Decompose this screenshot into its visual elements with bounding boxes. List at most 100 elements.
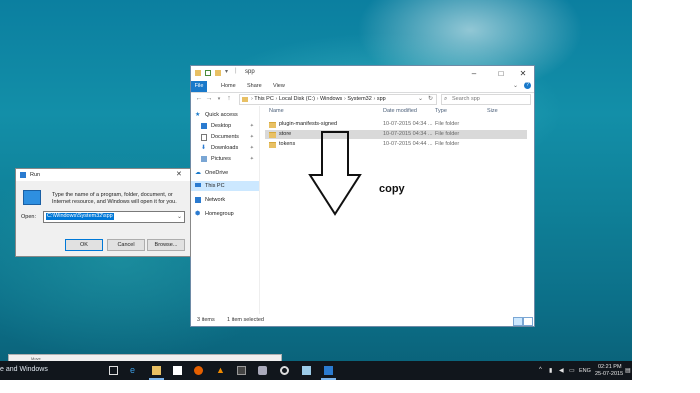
tab-share[interactable]: Share	[243, 81, 266, 92]
chevron-up-icon[interactable]: ^	[539, 367, 542, 373]
close-icon[interactable]: ✕	[176, 169, 182, 181]
star-icon: ★	[195, 112, 201, 118]
qat-dropdown-icon[interactable]: ▾	[225, 68, 228, 75]
network-tray-icon[interactable]: ▮	[549, 367, 552, 374]
app-icon[interactable]	[258, 366, 267, 375]
recent-locations-icon[interactable]: ▾	[215, 94, 223, 104]
tab-file[interactable]: File	[191, 81, 207, 92]
status-selection: 1 item selected	[227, 317, 264, 323]
folder-icon	[242, 97, 248, 102]
properties-icon[interactable]	[205, 70, 211, 76]
ok-button[interactable]: OK	[65, 239, 103, 251]
documents-icon	[201, 134, 207, 141]
large-icons-view-icon[interactable]	[523, 317, 533, 326]
run-title-bar[interactable]: Run ✕	[16, 169, 190, 181]
explorer-title-bar[interactable]: ▾ | spp – □ ✕	[191, 66, 534, 81]
status-item-count: 3 items	[197, 317, 215, 323]
sidebar-item-quick-access[interactable]: ★ Quick access	[191, 110, 259, 120]
notifications-icon[interactable]: ▤	[625, 367, 631, 374]
browse-button[interactable]: Browse...	[147, 239, 185, 251]
pin-icon: ✦	[249, 123, 254, 129]
firefox-icon[interactable]	[194, 366, 203, 375]
breadcrumb-system32[interactable]: System32	[347, 96, 371, 102]
help-icon[interactable]: ?	[524, 82, 531, 89]
up-icon[interactable]: ↑	[225, 94, 233, 104]
open-label: Open:	[21, 214, 36, 220]
column-header-size[interactable]: Size	[487, 108, 498, 114]
address-bar[interactable]: › This PC › Local Disk (C:) › Windows › …	[239, 94, 437, 105]
new-folder-icon[interactable]	[215, 70, 221, 76]
pictures-icon	[201, 156, 207, 162]
status-bar: 3 items 1 item selected	[191, 315, 534, 326]
volume-icon[interactable]: ◀	[559, 367, 564, 374]
breadcrumb-local-disk[interactable]: Local Disk (C:)	[279, 96, 315, 102]
title-divider: |	[235, 68, 237, 74]
search-box[interactable]: ⌕ Search spp	[441, 94, 531, 105]
tab-view[interactable]: View	[269, 81, 289, 92]
tab-home[interactable]: Home	[217, 81, 240, 92]
pin-icon: ✦	[249, 134, 254, 140]
minimize-button[interactable]: –	[464, 68, 484, 79]
app-icon[interactable]	[237, 366, 246, 375]
sidebar-item-this-pc[interactable]: This PC	[191, 181, 259, 191]
run-dialog[interactable]: Run ✕ Type the name of a program, folder…	[15, 168, 191, 257]
cancel-button[interactable]: Cancel	[107, 239, 145, 251]
address-row: ← → ▾ ↑ › This PC › Local Disk (C:) › Wi…	[191, 93, 534, 105]
navigation-pane: ★ Quick access Desktop ✦ Documents ✦ ⬇ D…	[191, 106, 260, 314]
open-input[interactable]: C:\Windows\System32\spp ⌄	[43, 211, 185, 223]
run-taskbar-icon[interactable]	[321, 366, 336, 380]
folder-icon	[195, 70, 201, 76]
chevron-down-icon[interactable]: ⌄	[177, 213, 182, 220]
run-title: Run	[30, 172, 41, 178]
sidebar-item-desktop[interactable]: Desktop ✦	[191, 121, 259, 131]
breadcrumb-windows[interactable]: Windows	[320, 96, 342, 102]
taskbar: e and Windows e ▲ ^ ▮ ◀ ▭ ENG 02:21 PM 2…	[0, 361, 632, 380]
table-row[interactable]: plugin-manifests-signed 10-07-2015 04:34…	[265, 120, 527, 129]
maximize-button[interactable]: □	[491, 68, 511, 79]
battery-icon[interactable]: ▭	[569, 367, 575, 374]
sidebar-item-network[interactable]: Network	[191, 195, 259, 205]
file-explorer-icon[interactable]	[149, 366, 164, 380]
details-view-icon[interactable]	[513, 317, 523, 326]
close-button[interactable]: ✕	[513, 68, 533, 79]
down-arrow-annotation	[308, 131, 362, 216]
sidebar-item-downloads[interactable]: ⬇ Downloads ✦	[191, 143, 259, 153]
app-icon[interactable]	[302, 366, 311, 375]
sidebar-item-homegroup[interactable]: ⬢ Homegroup	[191, 209, 259, 219]
search-icon: ⌕	[444, 96, 448, 102]
pin-icon: ✦	[249, 156, 254, 162]
store-icon[interactable]	[173, 366, 182, 375]
run-program-icon	[23, 190, 41, 205]
computer-icon	[195, 183, 201, 187]
expand-ribbon-icon[interactable]: ⌄	[513, 82, 518, 89]
column-header-type[interactable]: Type	[435, 108, 447, 114]
desktop-background: ▾ | spp – □ ✕ File Home Share View ⌄ ? ←…	[0, 0, 632, 380]
clock-time[interactable]: 02:21 PM	[598, 364, 622, 370]
desktop-icon	[201, 123, 207, 129]
column-header-name[interactable]: Name	[269, 108, 284, 114]
window-title: spp	[245, 69, 255, 75]
search-placeholder: Search spp	[452, 96, 480, 102]
breadcrumb: › This PC › Local Disk (C:) › Windows › …	[251, 96, 386, 102]
sidebar-item-pictures[interactable]: Pictures ✦	[191, 154, 259, 164]
task-view-icon[interactable]	[109, 366, 118, 375]
file-list: Name Date modified Type Size plugin-mani…	[261, 106, 531, 314]
run-description: Type the name of a program, folder, docu…	[52, 192, 177, 205]
language-indicator[interactable]: ENG	[579, 368, 591, 374]
cloud-icon: ☁	[195, 170, 201, 176]
edge-icon[interactable]: e	[130, 366, 139, 375]
back-icon[interactable]: ←	[195, 94, 203, 104]
refresh-icon[interactable]: ↻	[428, 95, 433, 102]
address-dropdown-icon[interactable]: ⌄	[418, 95, 423, 102]
breadcrumb-spp[interactable]: spp	[377, 96, 386, 102]
column-header-date-modified[interactable]: Date modified	[383, 108, 417, 114]
clock-date[interactable]: 25-07-2015	[595, 371, 623, 377]
forward-icon[interactable]: →	[205, 94, 213, 104]
record-icon[interactable]	[280, 366, 289, 375]
sidebar-item-onedrive[interactable]: ☁ OneDrive	[191, 168, 259, 178]
vlc-icon[interactable]: ▲	[216, 366, 225, 375]
breadcrumb-this-pc[interactable]: This PC	[254, 96, 274, 102]
folder-icon	[269, 122, 276, 128]
sidebar-item-documents[interactable]: Documents ✦	[191, 132, 259, 142]
cortana-search-text[interactable]: e and Windows	[0, 366, 48, 373]
